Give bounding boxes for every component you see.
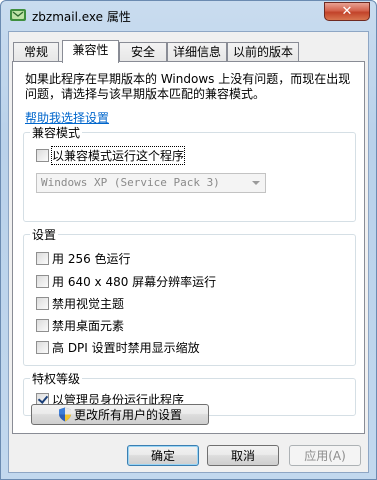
tab-compatibility[interactable]: 兼容性 xyxy=(62,40,119,63)
run-640x480-label: 用 640 x 480 屏幕分辨率运行 xyxy=(52,274,217,289)
tab-security[interactable]: 安全 xyxy=(119,42,167,62)
ok-button[interactable]: 确定 xyxy=(127,445,199,466)
compat-mode-group: 兼容模式 以兼容模式运行这个程序 Windows XP (Service Pac… xyxy=(23,124,356,222)
window-title: zbzmail.exe 属性 xyxy=(32,10,131,24)
change-all-users-settings-button[interactable]: 更改所有用户的设置 xyxy=(31,404,209,425)
change-all-users-settings-label: 更改所有用户的设置 xyxy=(73,408,182,422)
disable-desktop-composition-checkbox[interactable]: 禁用桌面元素 xyxy=(36,317,124,333)
close-icon: ✕ xyxy=(341,4,353,19)
app-icon xyxy=(10,9,26,21)
run-640x480-checkbox[interactable]: 用 640 x 480 屏幕分辨率运行 xyxy=(36,273,216,289)
privilege-level-group-title: 特权等级 xyxy=(30,370,83,387)
dialog-client-area: 常规 兼容性 安全 详细信息 以前的版本 如果此程序在早期版本的 Windows… xyxy=(8,31,369,473)
disable-visual-themes-checkbox[interactable]: 禁用视觉主题 xyxy=(36,295,124,311)
tab-details[interactable]: 详细信息 xyxy=(167,42,227,62)
run-256-colors-label: 用 256 色运行 xyxy=(52,251,131,266)
checkbox-box[interactable] xyxy=(36,340,49,354)
checkbox-box[interactable] xyxy=(36,318,49,332)
close-button[interactable]: ✕ xyxy=(324,2,370,21)
settings-group: 设置 用 256 色运行 用 640 x 480 屏幕分辨率运行 禁用视觉主题 … xyxy=(23,226,356,366)
compat-mode-group-title: 兼容模式 xyxy=(30,124,83,141)
run-in-compat-mode-checkbox[interactable]: 以兼容模式运行这个程序 xyxy=(36,145,186,165)
tab-general[interactable]: 常规 xyxy=(13,42,59,62)
settings-group-title: 设置 xyxy=(30,226,59,243)
tab-strip: 常规 兼容性 安全 详细信息 以前的版本 xyxy=(11,40,367,63)
tab-previous-versions[interactable]: 以前的版本 xyxy=(227,42,299,62)
uac-shield-icon xyxy=(58,407,71,422)
title-bar[interactable]: zbzmail.exe 属性 ✕ xyxy=(1,1,376,31)
intro-text: 如果此程序在早期版本的 Windows 上没有问题，而现在出现问题，请选择与该早… xyxy=(25,72,351,101)
apply-button[interactable]: 应用(A) xyxy=(289,445,361,466)
cancel-button[interactable]: 取消 xyxy=(207,445,279,466)
properties-window: zbzmail.exe 属性 ✕ 常规 兼容性 安全 详细信息 以前的版本 如果… xyxy=(0,0,377,480)
os-version-select[interactable]: Windows XP (Service Pack 3) xyxy=(36,173,266,193)
os-version-value: Windows XP (Service Pack 3) xyxy=(41,176,220,189)
disable-dpi-scaling-checkbox[interactable]: 高 DPI 设置时禁用显示缩放 xyxy=(36,339,200,355)
checkbox-box[interactable] xyxy=(36,274,49,288)
disable-desktop-composition-label: 禁用桌面元素 xyxy=(52,318,125,333)
run-256-colors-checkbox[interactable]: 用 256 色运行 xyxy=(36,250,131,266)
checkbox-box[interactable] xyxy=(36,148,49,162)
compatibility-panel: 如果此程序在早期版本的 Windows 上没有问题，而现在出现问题，请选择与该早… xyxy=(12,61,365,434)
checkbox-box[interactable] xyxy=(36,296,49,310)
disable-dpi-scaling-label: 高 DPI 设置时禁用显示缩放 xyxy=(52,340,200,355)
run-in-compat-mode-label: 以兼容模式运行这个程序 xyxy=(50,145,186,165)
checkbox-box[interactable] xyxy=(36,251,49,265)
chevron-down-icon xyxy=(252,181,260,185)
disable-visual-themes-label: 禁用视觉主题 xyxy=(52,296,125,311)
